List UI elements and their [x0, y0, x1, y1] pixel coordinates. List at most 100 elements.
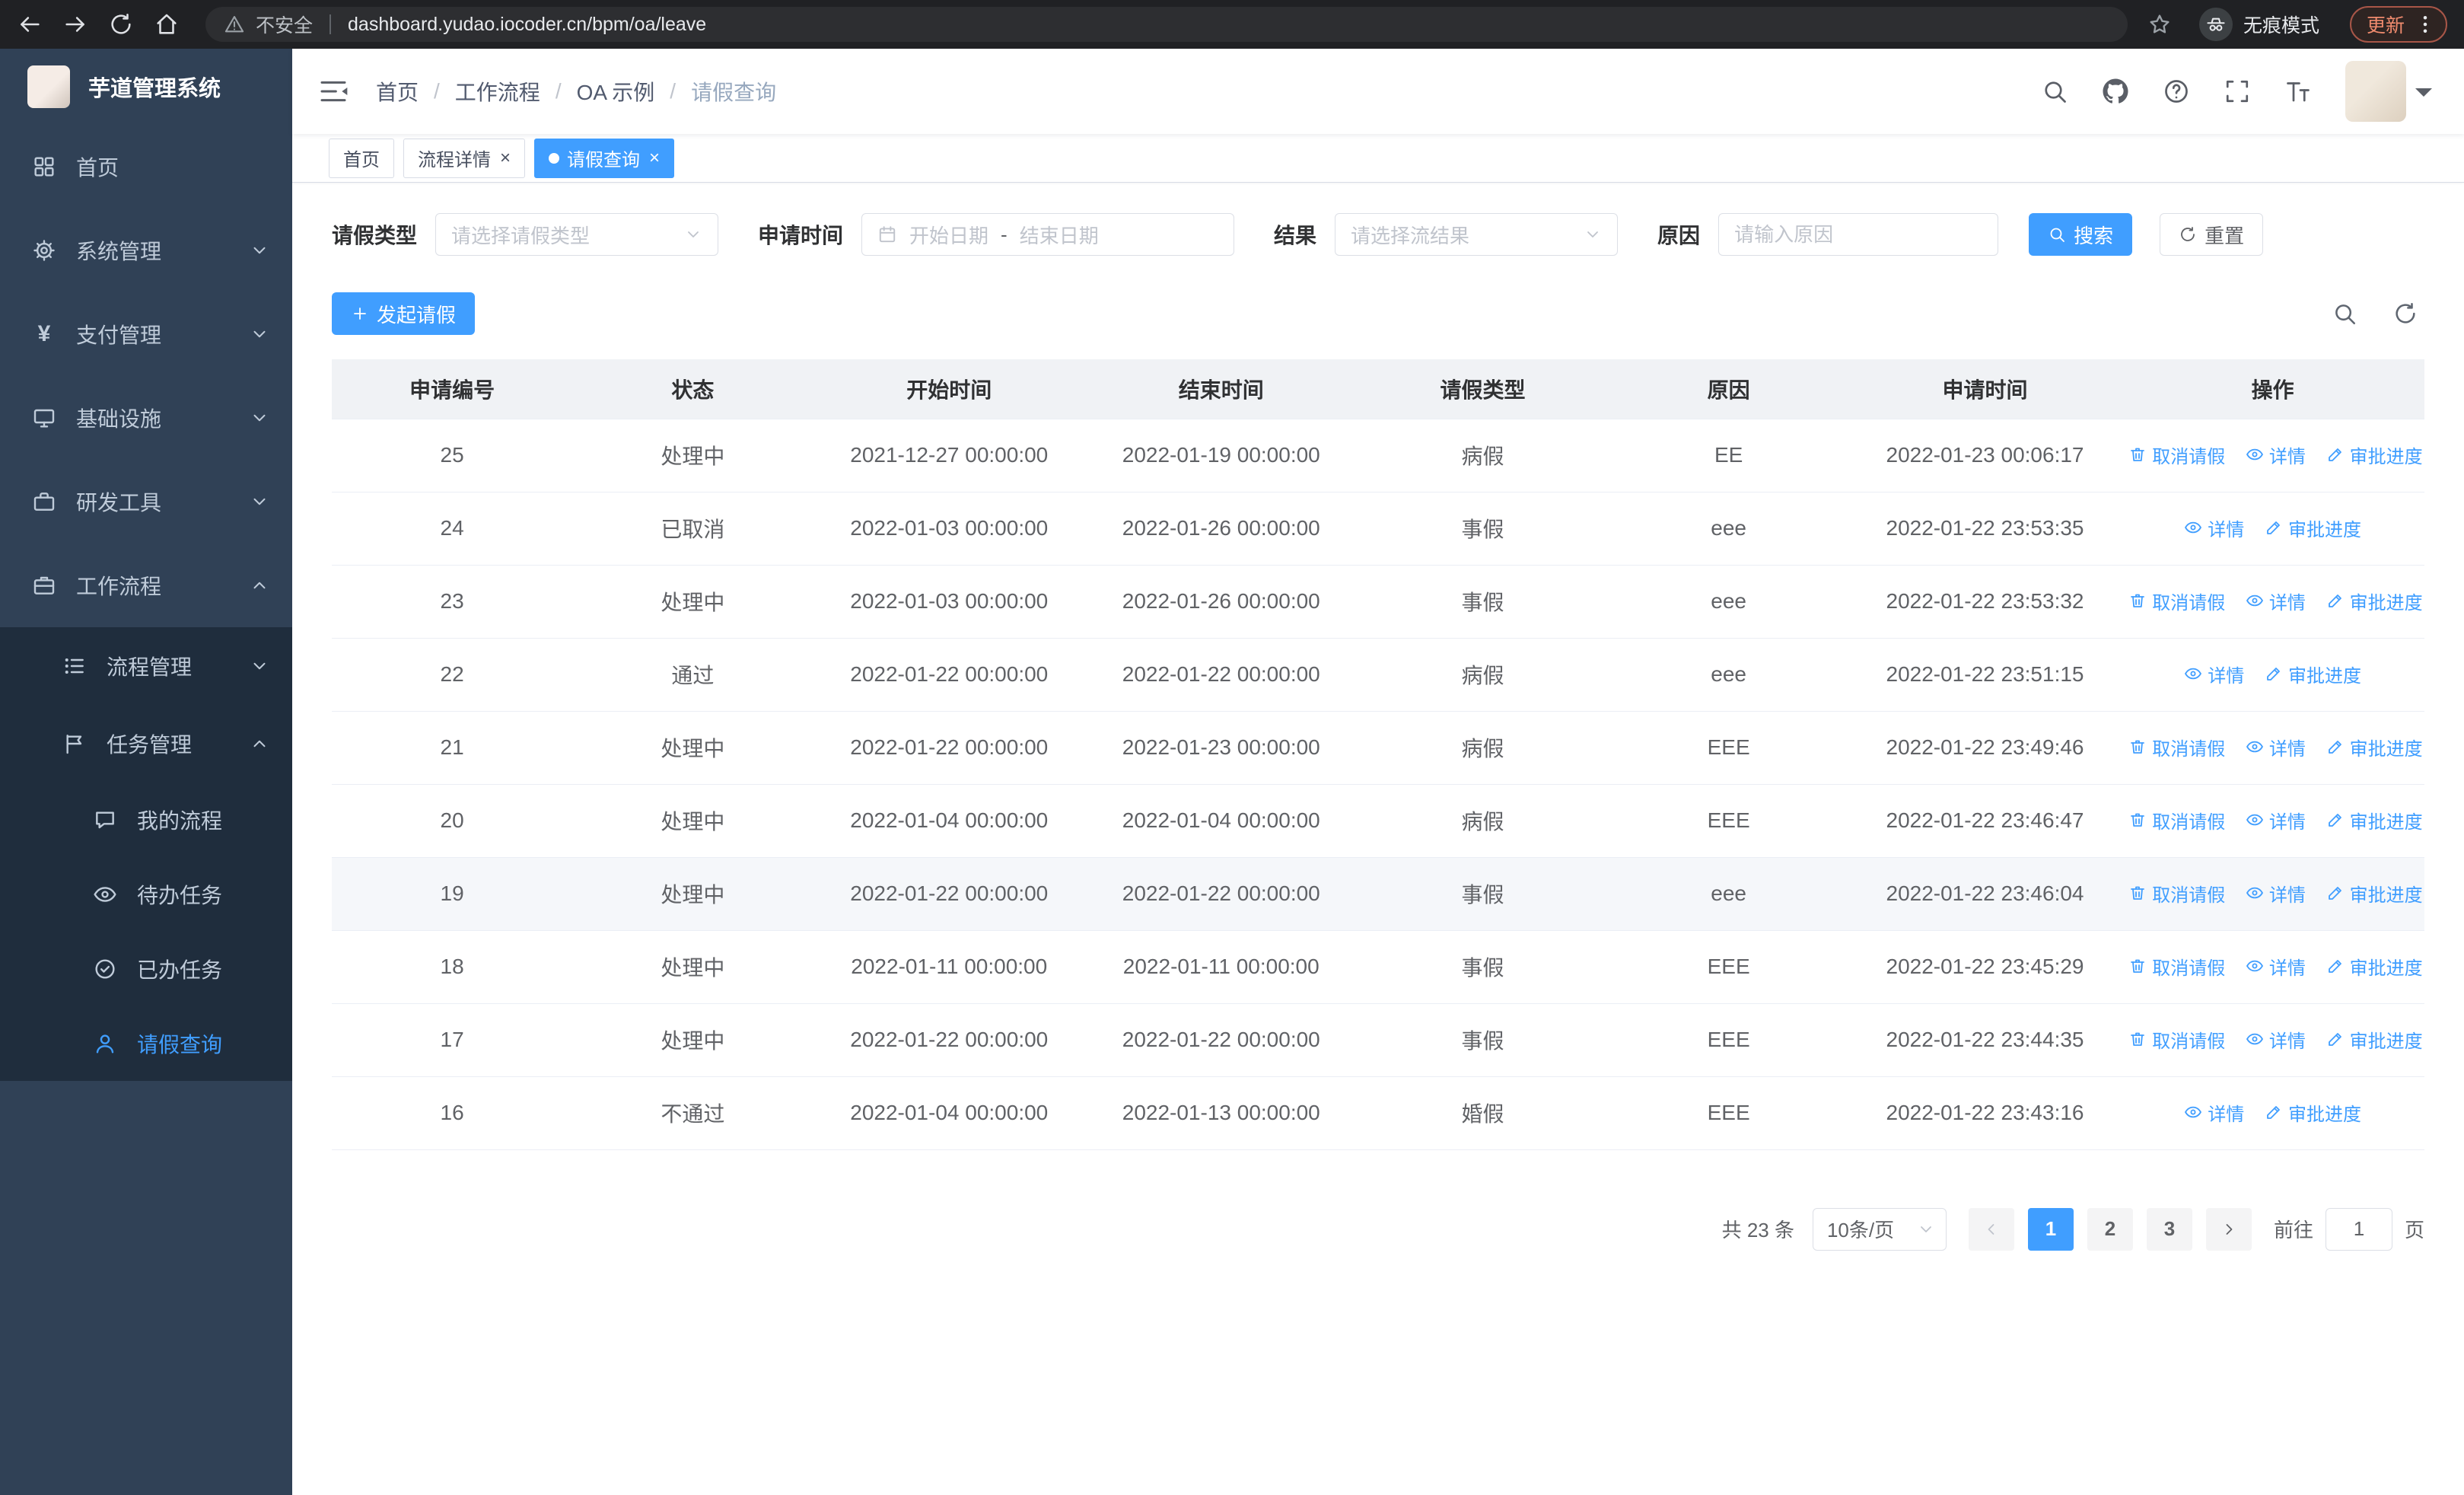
sidebar-item-devtools[interactable]: 研发工具	[0, 460, 292, 543]
detail-label: 详情	[2268, 1031, 2306, 1052]
approval-progress-link[interactable]: 审批进度	[2265, 1099, 2361, 1126]
font-size-icon[interactable]	[2284, 78, 2312, 105]
refresh-table-icon[interactable]	[2392, 301, 2418, 327]
sidebar-item-label: 支付管理	[76, 324, 162, 347]
cancel-leave-link[interactable]: 取消请假	[2128, 953, 2225, 980]
breadcrumb-home[interactable]: 首页	[376, 76, 419, 107]
cancel-leave-link[interactable]: 取消请假	[2128, 807, 2225, 834]
page-button-1[interactable]: 1	[2027, 1207, 2074, 1251]
detail-label: 详情	[2268, 811, 2306, 833]
detail-link[interactable]: 详情	[2184, 515, 2244, 541]
detail-link[interactable]: 详情	[2246, 953, 2306, 980]
apply-time-range-picker[interactable]: 开始日期 - 结束日期	[861, 213, 1235, 256]
sidebar-item-todo-tasks[interactable]: 待办任务	[0, 857, 292, 932]
tab-close-icon[interactable]	[649, 149, 660, 167]
breadcrumb-workflow[interactable]: 工作流程	[455, 76, 540, 107]
detail-link[interactable]: 详情	[2184, 661, 2244, 687]
goto-page-input[interactable]	[2325, 1207, 2392, 1251]
browser-forward-icon[interactable]	[62, 11, 88, 37]
cell-id: 18	[332, 930, 573, 1004]
browser-back-icon[interactable]	[17, 11, 43, 37]
browser-update-button[interactable]: 更新	[2349, 6, 2447, 43]
tab-leave-query[interactable]: 请假查询	[534, 138, 675, 178]
approval-progress-link[interactable]: 审批进度	[2326, 588, 2423, 614]
next-page-button[interactable]	[2205, 1207, 2252, 1251]
pagination-total: 共 23 条	[1721, 1219, 1794, 1242]
sidebar-item-infra[interactable]: 基础设施	[0, 376, 292, 460]
bookmark-star-icon[interactable]	[2147, 12, 2172, 37]
eye-icon	[2184, 518, 2202, 537]
page-button-3[interactable]: 3	[2146, 1207, 2192, 1251]
detail-link[interactable]: 详情	[2246, 441, 2306, 468]
approval-progress-link[interactable]: 审批进度	[2326, 441, 2423, 468]
sidebar-item-home[interactable]: 首页	[0, 125, 292, 209]
eye-icon	[93, 882, 117, 907]
sidebar-item-system[interactable]: 系统管理	[0, 209, 292, 292]
cell-leave-type: 事假	[1357, 930, 1609, 1004]
edit-icon	[2326, 811, 2345, 829]
table-header-row: 申请编号 状态 开始时间 结束时间 请假类型 原因 申请时间 操作	[332, 359, 2424, 419]
url-text[interactable]: dashboard.yudao.iocoder.cn/bpm/oa/leave	[348, 14, 706, 36]
tab-close-icon[interactable]	[500, 149, 511, 167]
detail-link[interactable]: 详情	[2246, 807, 2306, 834]
search-icon[interactable]	[2041, 78, 2068, 105]
detail-link[interactable]: 详情	[2246, 588, 2306, 614]
approval-progress-link[interactable]: 审批进度	[2265, 515, 2361, 541]
browser-menu-icon[interactable]	[2414, 13, 2437, 36]
eye-icon	[2246, 445, 2264, 464]
detail-link[interactable]: 详情	[2246, 734, 2306, 760]
reason-input[interactable]	[1734, 222, 1983, 247]
cancel-leave-link[interactable]: 取消请假	[2128, 880, 2225, 907]
sidebar-item-my-process[interactable]: 我的流程	[0, 783, 292, 857]
tab-process-detail[interactable]: 流程详情	[403, 138, 526, 178]
browser-reload-icon[interactable]	[108, 11, 134, 37]
toggle-search-icon[interactable]	[2332, 301, 2357, 327]
breadcrumb-oa-example[interactable]: OA 示例	[577, 76, 655, 107]
hamburger-icon[interactable]	[318, 76, 349, 107]
cancel-leave-link[interactable]: 取消请假	[2128, 734, 2225, 760]
cancel-leave-link[interactable]: 取消请假	[2128, 441, 2225, 468]
approval-progress-link[interactable]: 审批进度	[2265, 661, 2361, 687]
avatar[interactable]	[2345, 61, 2406, 122]
detail-link[interactable]: 详情	[2246, 880, 2306, 907]
create-leave-button[interactable]: 发起请假	[332, 292, 476, 335]
security-chip[interactable]: 不安全	[256, 11, 313, 38]
detail-link[interactable]: 详情	[2246, 1026, 2306, 1053]
sidebar-item-process-mgmt[interactable]: 流程管理	[0, 627, 292, 705]
user-menu[interactable]	[2345, 61, 2432, 122]
cancel-leave-link[interactable]: 取消请假	[2128, 588, 2225, 614]
sidebar-item-done-tasks[interactable]: 已办任务	[0, 932, 292, 1006]
date-start-placeholder[interactable]: 开始日期	[909, 221, 988, 249]
sidebar-item-payment[interactable]: ¥ 支付管理	[0, 292, 292, 376]
search-button[interactable]: 搜索	[2029, 213, 2133, 256]
page-button-2[interactable]: 2	[2087, 1207, 2133, 1251]
result-select[interactable]: 请选择流结果	[1335, 213, 1619, 256]
approval-progress-label: 审批进度	[2349, 811, 2423, 833]
help-icon[interactable]	[2163, 78, 2190, 105]
cell-actions: 取消请假 详情 审批进度	[2121, 711, 2424, 785]
tab-home[interactable]: 首页	[329, 138, 394, 178]
cell-start-time: 2022-01-22 00:00:00	[813, 711, 1085, 785]
prev-page-button[interactable]	[1968, 1207, 2014, 1251]
sidebar-item-leave-query[interactable]: 请假查询	[0, 1006, 292, 1081]
cancel-leave-link[interactable]: 取消请假	[2128, 1026, 2225, 1053]
sidebar-item-task-mgmt[interactable]: 任务管理	[0, 705, 292, 783]
approval-progress-link[interactable]: 审批进度	[2326, 734, 2423, 760]
fullscreen-icon[interactable]	[2224, 78, 2251, 105]
eye-icon	[2246, 1030, 2264, 1048]
sidebar-item-workflow[interactable]: 工作流程	[0, 543, 292, 627]
approval-progress-link[interactable]: 审批进度	[2326, 807, 2423, 834]
address-bar[interactable]: 不安全 dashboard.yudao.iocoder.cn/bpm/oa/le…	[205, 7, 2128, 42]
approval-progress-link[interactable]: 审批进度	[2326, 1026, 2423, 1053]
date-end-placeholder[interactable]: 结束日期	[1020, 221, 1099, 249]
browser-home-icon[interactable]	[154, 11, 180, 37]
page-size-select[interactable]: 10条/页	[1812, 1207, 1947, 1251]
approval-progress-link[interactable]: 审批进度	[2326, 953, 2423, 980]
chevron-down-icon	[250, 241, 269, 260]
github-icon[interactable]	[2102, 78, 2129, 105]
leave-type-select[interactable]: 请选择请假类型	[435, 213, 719, 256]
approval-progress-link[interactable]: 审批进度	[2326, 880, 2423, 907]
reset-button[interactable]: 重置	[2160, 213, 2264, 256]
table-row: 16 不通过 2022-01-04 00:00:00 2022-01-13 00…	[332, 1076, 2424, 1150]
detail-link[interactable]: 详情	[2184, 1099, 2244, 1126]
